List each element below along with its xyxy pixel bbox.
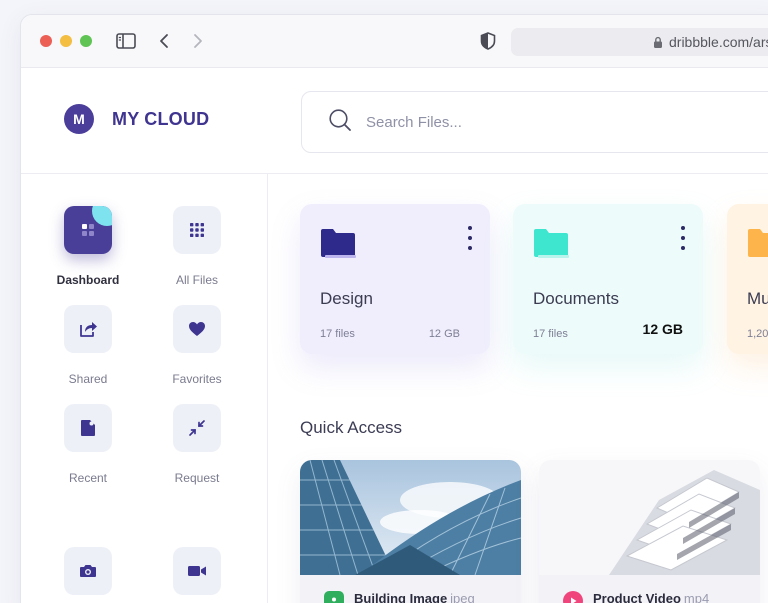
browser-window: dribbble.com/ars M MY CLOUD Dashboard Al…	[20, 14, 768, 603]
quick-access-title: Quick Access	[300, 418, 403, 437]
sidebar-item-all-files[interactable]: All Files	[157, 206, 237, 287]
file-meta: Building Image jpeg	[300, 575, 521, 603]
share-icon	[80, 322, 97, 337]
file-extension: jpeg	[450, 591, 475, 603]
video-thumbnail	[539, 460, 760, 575]
quick-access-file-building-image[interactable]: Building Image jpeg	[300, 460, 521, 603]
minimize-window-button[interactable]	[60, 35, 72, 47]
sidebar-item-video[interactable]	[157, 547, 237, 595]
image-file-icon	[324, 591, 344, 603]
sidebar-item-dashboard[interactable]: Dashboard	[48, 206, 128, 287]
brand-name: MY CLOUD	[112, 108, 210, 129]
folder-icon	[321, 229, 356, 258]
folder-name: Documents	[533, 289, 619, 308]
maximize-window-button[interactable]	[80, 35, 92, 47]
folder-icon	[534, 229, 569, 258]
forward-arrow-icon[interactable]	[187, 31, 209, 51]
sidebar-item-label: Dashboard	[56, 273, 120, 287]
building-thumbnail	[300, 460, 521, 575]
sidebar-item-shared[interactable]: Shared	[48, 305, 128, 386]
folder-size: 12 GB	[428, 328, 460, 340]
avatar[interactable]: M	[64, 104, 94, 134]
search-icon[interactable]	[328, 108, 352, 137]
request-icon	[189, 420, 205, 436]
more-options-icon[interactable]	[677, 224, 689, 252]
file-meta: Product Video mp4	[539, 575, 760, 603]
folder-size: 12 GB	[642, 321, 683, 337]
camera-icon	[80, 565, 96, 577]
sidebar-item-recent[interactable]: Recent	[48, 404, 128, 485]
more-options-icon[interactable]	[464, 224, 476, 252]
grid-icon	[190, 223, 204, 237]
sidebar-item-label: Favorites	[172, 372, 222, 386]
header-divider	[21, 173, 768, 174]
folder-file-count: 17 files	[533, 328, 568, 340]
sidebar-item-request[interactable]: Request	[157, 404, 237, 485]
shield-icon[interactable]	[477, 31, 499, 51]
heart-icon	[189, 322, 205, 336]
folder-file-count: 1,20	[747, 328, 768, 340]
sidebar-divider	[267, 174, 268, 603]
dashboard-icon	[82, 224, 94, 236]
quick-access-file-product-video[interactable]: Product Video mp4	[539, 460, 760, 603]
lock-icon	[653, 36, 663, 49]
folder-name: Design	[320, 289, 373, 308]
file-name: Building Image jpeg	[354, 591, 475, 603]
sidebar-item-camera[interactable]	[48, 547, 128, 595]
address-bar[interactable]: dribbble.com/ars	[511, 28, 768, 56]
folder-card-music[interactable]: Mu 1,20	[727, 204, 768, 354]
browser-toolbar: dribbble.com/ars	[21, 15, 768, 68]
folder-file-count: 17 files	[320, 328, 355, 340]
folder-name: Mu	[747, 289, 768, 308]
folder-card-documents[interactable]: Documents 17 files 12 GB	[513, 204, 703, 354]
folder-icon	[748, 229, 768, 257]
sidebar-item-label: Request	[174, 471, 220, 485]
play-file-icon	[563, 591, 583, 603]
video-icon	[188, 566, 206, 576]
recent-icon	[81, 420, 95, 436]
search-bar	[301, 91, 768, 153]
sidebar-item-favorites[interactable]: Favorites	[157, 305, 237, 386]
file-extension: mp4	[683, 591, 710, 603]
search-input[interactable]	[366, 113, 666, 131]
back-arrow-icon[interactable]	[153, 31, 175, 51]
url-text: dribbble.com/ars	[669, 34, 768, 50]
sidebar-item-label: Shared	[68, 372, 108, 386]
sidebar-item-label: All Files	[175, 273, 218, 287]
sidebar-toggle-icon[interactable]	[115, 31, 137, 51]
file-name: Product Video mp4	[593, 591, 709, 603]
brand: M MY CLOUD	[64, 104, 209, 134]
sidebar-item-label: Recent	[68, 471, 108, 485]
folder-card-design[interactable]: Design 17 files 12 GB	[300, 204, 490, 354]
close-window-button[interactable]	[40, 35, 52, 47]
